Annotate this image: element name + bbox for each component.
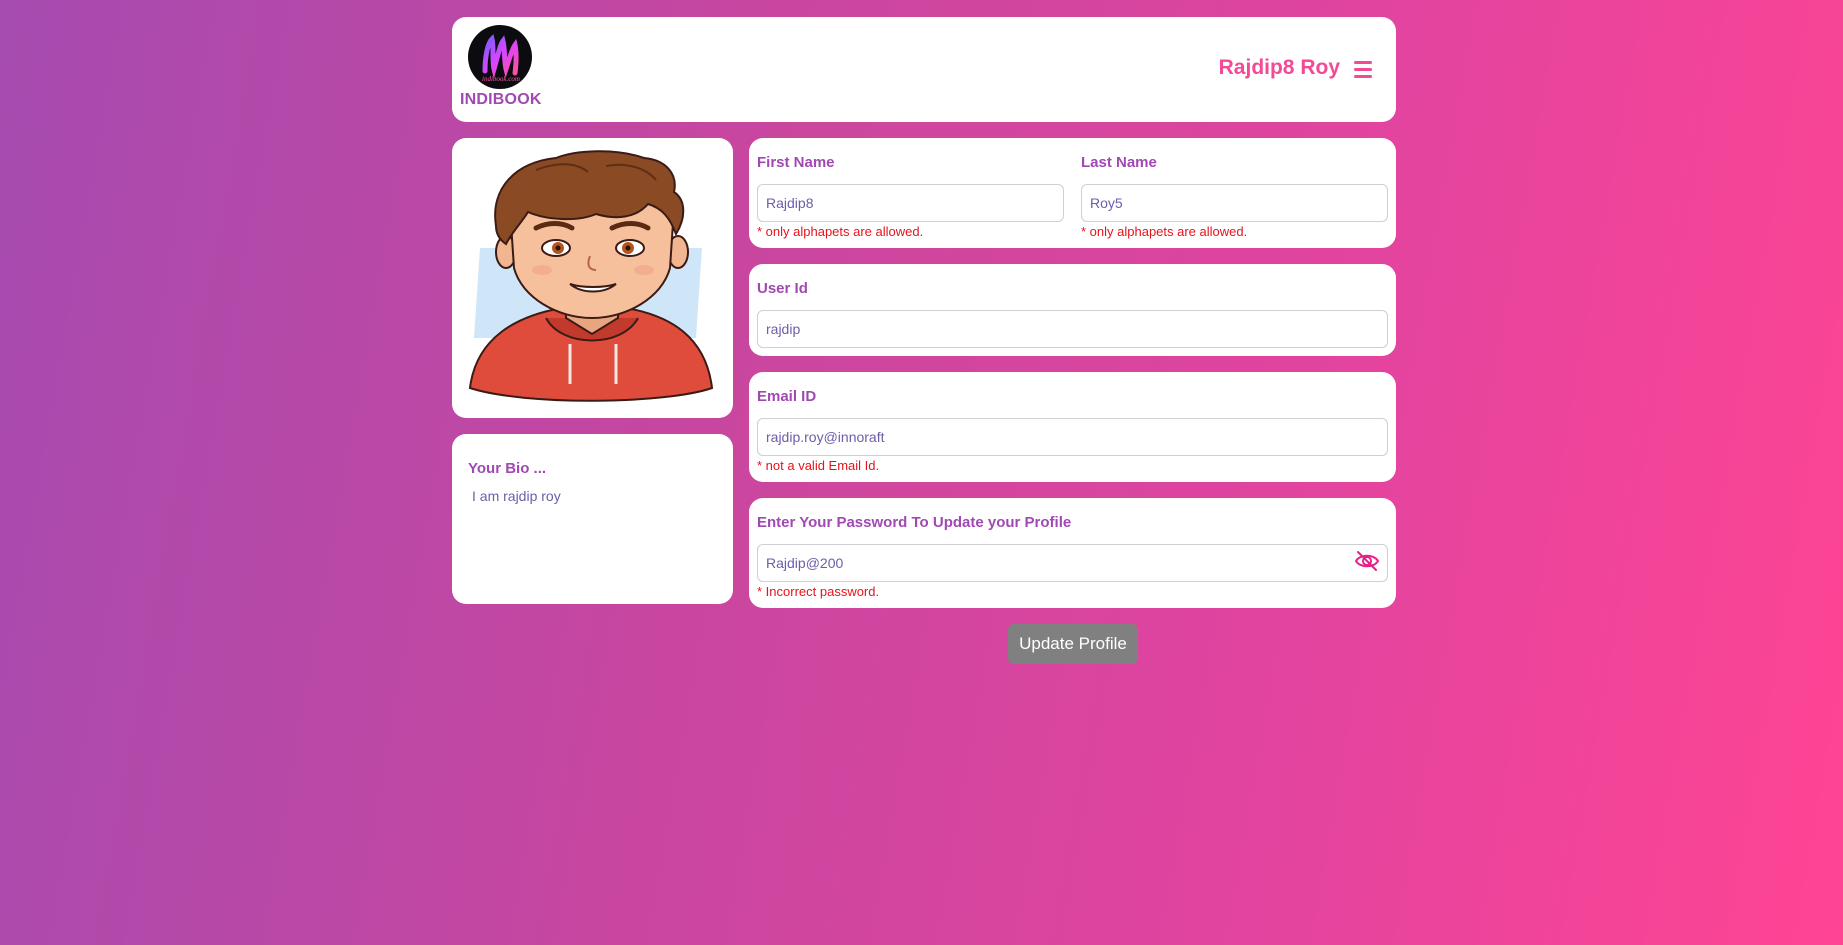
header-bar: indibook.com INDIBOOK Rajdip8 Roy bbox=[452, 17, 1396, 122]
last-name-input[interactable] bbox=[1081, 184, 1388, 222]
password-input[interactable] bbox=[757, 544, 1388, 582]
last-name-label: Last Name bbox=[1081, 154, 1157, 171]
profile-avatar[interactable] bbox=[466, 148, 718, 410]
password-error: * Incorrect password. bbox=[757, 584, 880, 599]
update-profile-button[interactable]: Update Profile bbox=[1008, 624, 1138, 664]
bio-card: Your Bio ... I am rajdip roy bbox=[452, 434, 733, 604]
hamburger-icon[interactable] bbox=[1354, 61, 1372, 78]
user-name[interactable]: Rajdip8 Roy bbox=[1219, 56, 1340, 80]
user-id-section: User Id bbox=[749, 264, 1396, 356]
profile-picture-card bbox=[452, 138, 733, 418]
indibook-logo[interactable]: indibook.com bbox=[468, 25, 532, 89]
bio-text[interactable]: I am rajdip roy bbox=[472, 488, 561, 504]
last-name-error: * only alphapets are allowed. bbox=[1081, 224, 1248, 239]
brand-name: INDIBOOK bbox=[460, 91, 542, 108]
first-name-input[interactable] bbox=[757, 184, 1064, 222]
email-error: * not a valid Email Id. bbox=[757, 458, 880, 473]
email-label: Email ID bbox=[757, 388, 817, 405]
password-label: Enter Your Password To Update your Profi… bbox=[757, 514, 1072, 531]
email-section: Email ID * not a valid Email Id. bbox=[749, 372, 1396, 482]
name-section: First Name * only alphapets are allowed.… bbox=[749, 138, 1396, 248]
password-section: Enter Your Password To Update your Profi… bbox=[749, 498, 1396, 608]
first-name-label: First Name bbox=[757, 154, 835, 171]
first-name-error: * only alphapets are allowed. bbox=[757, 224, 924, 239]
email-input[interactable] bbox=[757, 418, 1388, 456]
user-id-input[interactable] bbox=[757, 310, 1388, 348]
eye-slash-icon[interactable] bbox=[1354, 550, 1380, 572]
bio-title: Your Bio ... bbox=[468, 460, 547, 477]
user-id-label: User Id bbox=[757, 280, 808, 297]
logo-caption: indibook.com bbox=[482, 75, 520, 83]
